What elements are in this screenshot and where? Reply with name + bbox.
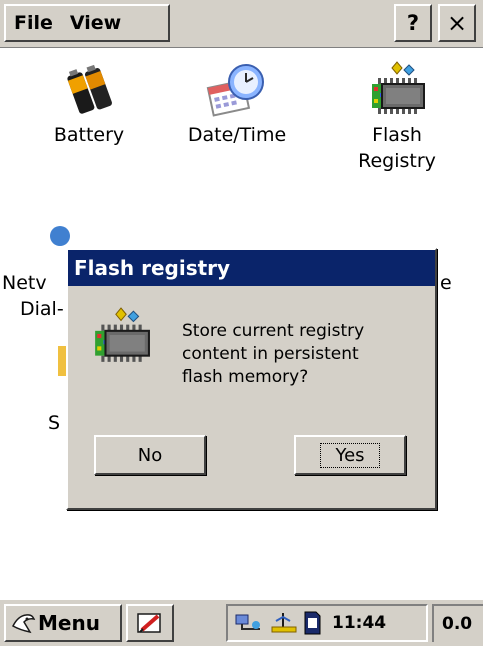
battery-item[interactable]: Battery [24,60,154,148]
no-button-label: No [137,444,163,466]
input-panel-button[interactable] [126,604,174,642]
flash-chip-icon [95,307,150,362]
network-label-line1: Netv [2,272,47,294]
dialog-message: Store current registry content in persis… [182,321,365,387]
yes-button[interactable]: Yes [294,435,406,475]
network-status-icon[interactable] [234,611,264,635]
clock-calendar-icon [206,64,264,117]
clock[interactable]: 11:44 [332,613,386,633]
yes-button-label: Yes [320,442,380,468]
start-logo-icon [12,614,36,634]
storage-card-icon[interactable] [302,610,322,636]
taskbar: Menu 11:44 0.0 [0,598,483,646]
close-button[interactable]: × [438,4,476,42]
flash-registry-label: Flash Registry [358,124,436,172]
menu-bar: File View ? × [0,0,483,48]
partial-label-right: e [440,272,452,294]
pen-input-icon [137,613,161,633]
network-label-line2: Dial- [20,298,64,320]
datetime-item[interactable]: Date/Time [172,60,302,148]
usb-connection-icon[interactable] [268,611,298,635]
menu-group: File View [4,4,170,42]
no-button[interactable]: No [94,435,206,475]
tray-extra[interactable]: 0.0 [432,604,483,642]
system-tray: 11:44 [226,604,428,642]
dialog-title: Flash registry [68,250,435,286]
datetime-label: Date/Time [187,124,287,146]
flash-chip-icon [372,61,425,114]
network-icon [50,226,70,246]
flash-registry-item[interactable]: Flash Registry [332,60,462,174]
partial-label-left: S [48,412,61,434]
battery-label: Battery [53,124,125,146]
flash-registry-dialog: Flash registry Store current registry co… [66,248,437,510]
help-icon: ? [406,11,420,35]
close-icon: × [446,9,468,37]
file-menu[interactable]: File [6,12,62,34]
help-button[interactable]: ? [394,4,432,42]
control-panel-area: Battery Date/Time Flash Registry Netv Di… [0,48,483,598]
battery-icon [67,64,112,114]
start-menu-label: Menu [38,611,100,635]
start-menu-button[interactable]: Menu [4,604,122,642]
view-menu[interactable]: View [62,12,130,34]
